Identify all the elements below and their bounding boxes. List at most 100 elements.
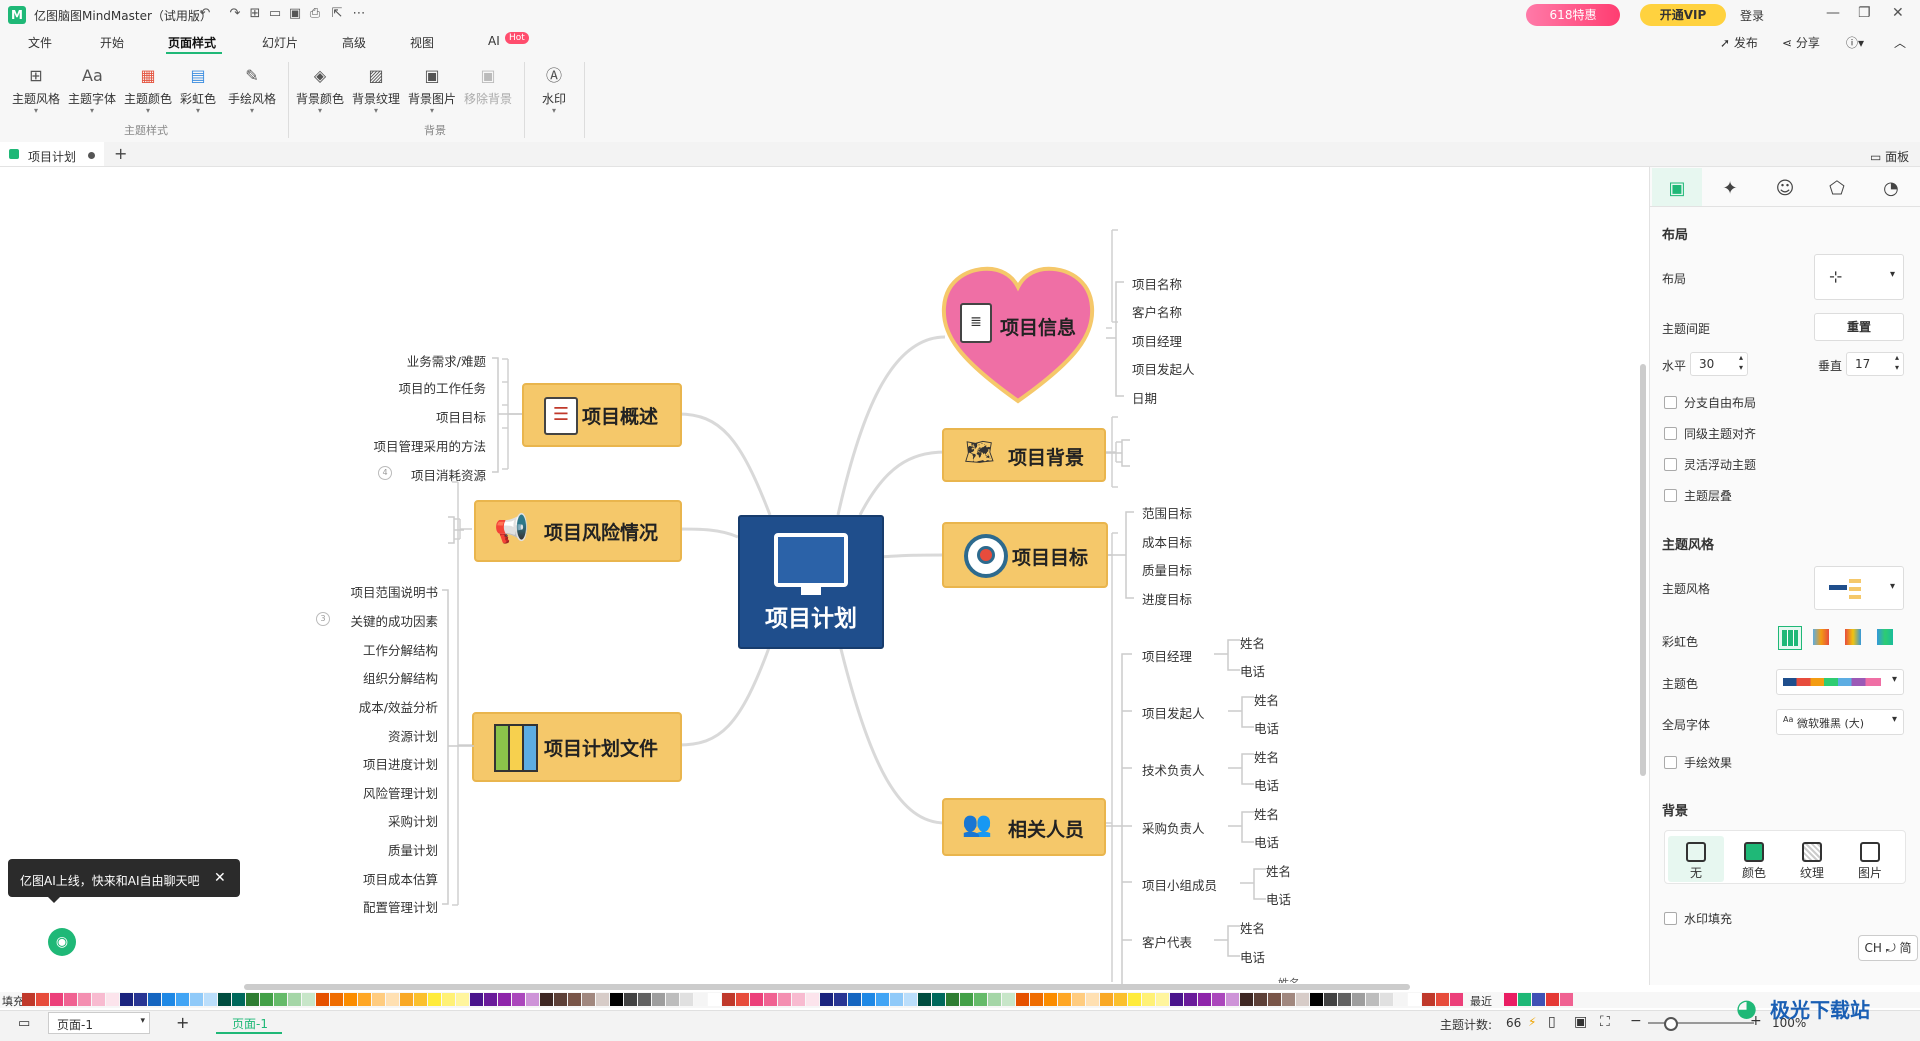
menu-advanced[interactable]: 高级 — [342, 34, 366, 51]
leaf[interactable]: 姓名 — [1240, 633, 1265, 652]
stepper-icon[interactable]: ▴ ▾ — [1895, 353, 1899, 373]
color-swatch[interactable] — [722, 993, 735, 1006]
recent-color-swatch[interactable] — [1532, 993, 1545, 1006]
color-swatch[interactable] — [526, 993, 539, 1006]
sidebar-toggle-icon[interactable]: ▭ — [18, 1016, 30, 1031]
watermark-button[interactable]: Ⓐ 水印 ▾ — [526, 66, 582, 115]
role[interactable]: 技术负责人 — [1142, 760, 1205, 779]
new-file-icon[interactable]: ⊞ — [246, 6, 264, 21]
color-swatch[interactable] — [344, 993, 357, 1006]
publish-button[interactable]: ➚ 发布 — [1720, 34, 1758, 51]
menu-start[interactable]: 开始 — [100, 34, 124, 51]
color-swatch[interactable] — [1114, 993, 1127, 1006]
vip-button[interactable]: 开通VIP — [1640, 4, 1726, 26]
color-swatch[interactable] — [1380, 993, 1393, 1006]
color-swatch[interactable] — [204, 993, 217, 1006]
leaf[interactable]: 风险管理计划 — [300, 783, 438, 802]
color-swatch[interactable] — [610, 993, 623, 1006]
color-swatch[interactable] — [498, 993, 511, 1006]
leaf[interactable]: 项目进度计划 — [300, 754, 438, 773]
color-swatch[interactable] — [288, 993, 301, 1006]
checkbox-handdrawn[interactable] — [1664, 756, 1677, 769]
color-swatch[interactable] — [190, 993, 203, 1006]
color-swatch[interactable] — [1128, 993, 1141, 1006]
color-swatch[interactable] — [64, 993, 77, 1006]
color-swatch[interactable] — [778, 993, 791, 1006]
color-swatch[interactable] — [36, 993, 49, 1006]
color-swatch[interactable] — [176, 993, 189, 1006]
color-swatch[interactable] — [806, 993, 819, 1006]
color-swatch[interactable] — [148, 993, 161, 1006]
promo-badge[interactable]: 618特惠 — [1526, 4, 1620, 26]
leaf[interactable]: 进度目标 — [1142, 589, 1192, 608]
topic-background[interactable]: 🗺 项目背景 — [942, 428, 1106, 482]
more-icon[interactable]: ⋯ — [350, 6, 368, 21]
color-swatch[interactable] — [512, 993, 525, 1006]
open-folder-icon[interactable]: ▭ — [266, 6, 284, 21]
central-topic[interactable]: 项目计划 — [738, 515, 884, 649]
ime-indicator[interactable]: CH ⤾ 简 — [1858, 935, 1918, 961]
color-swatch[interactable] — [484, 993, 497, 1006]
color-swatch[interactable] — [1212, 993, 1225, 1006]
leaf[interactable]: 项目发起人 — [1132, 359, 1195, 378]
leaf[interactable]: 姓名 — [1278, 975, 1300, 983]
leaf[interactable]: 成本目标 — [1142, 532, 1192, 551]
color-swatch[interactable] — [1002, 993, 1015, 1006]
color-swatch[interactable] — [1352, 993, 1365, 1006]
leaf[interactable]: 电话 — [1266, 889, 1291, 908]
color-swatch[interactable] — [1072, 993, 1085, 1006]
color-swatch[interactable] — [358, 993, 371, 1006]
color-swatch[interactable] — [764, 993, 777, 1006]
checkbox-align[interactable] — [1664, 427, 1677, 440]
color-swatch[interactable] — [428, 993, 441, 1006]
color-swatch[interactable] — [274, 993, 287, 1006]
leaf[interactable]: 质量计划 — [300, 840, 438, 859]
layout-tab-icon[interactable]: ▣ — [1662, 178, 1692, 202]
bg-texture-button[interactable]: ▨ 背景纹理 ▾ — [348, 66, 404, 115]
color-swatch[interactable] — [834, 993, 847, 1006]
color-swatch[interactable] — [1044, 993, 1057, 1006]
color-swatch[interactable] — [414, 993, 427, 1006]
remove-bg-button[interactable]: ▣ 移除背景 — [460, 66, 516, 107]
color-swatch[interactable] — [92, 993, 105, 1006]
color-swatch[interactable] — [232, 993, 245, 1006]
color-swatch[interactable] — [638, 993, 651, 1006]
leaf[interactable]: 项目经理 — [1132, 331, 1182, 350]
checkbox-free-layout[interactable] — [1664, 396, 1677, 409]
login-button[interactable]: 登录 — [1740, 7, 1764, 24]
color-swatch[interactable] — [904, 993, 917, 1006]
share-button[interactable]: ⋖ 分享 — [1782, 34, 1820, 51]
color-swatch[interactable] — [708, 993, 721, 1006]
color-swatch[interactable] — [1100, 993, 1113, 1006]
color-swatch[interactable] — [162, 993, 175, 1006]
leaf[interactable]: 电话 — [1254, 832, 1279, 851]
leaf[interactable]: 电话 — [1254, 718, 1279, 737]
color-swatch[interactable] — [1142, 993, 1155, 1006]
zoom-slider-thumb[interactable] — [1664, 1017, 1678, 1031]
layout-select[interactable]: ⊹ ▾ — [1814, 254, 1904, 300]
color-swatch[interactable] — [1184, 993, 1197, 1006]
rainbow-option-4[interactable] — [1874, 626, 1896, 648]
leaf[interactable]: 项目名称 — [1132, 274, 1182, 293]
color-swatch[interactable] — [932, 993, 945, 1006]
color-swatch[interactable] — [1436, 993, 1449, 1006]
menu-file[interactable]: 文件 — [28, 34, 52, 51]
color-swatch[interactable] — [652, 993, 665, 1006]
color-swatch[interactable] — [1366, 993, 1379, 1006]
rainbow-option-2[interactable] — [1810, 626, 1832, 648]
horizontal-scrollbar[interactable] — [244, 984, 1410, 990]
color-swatch[interactable] — [876, 993, 889, 1006]
redo-icon[interactable]: ↷ — [226, 6, 244, 21]
reset-button[interactable]: 重置 — [1814, 313, 1904, 341]
color-swatch[interactable] — [890, 993, 903, 1006]
role[interactable]: 采购负责人 — [1142, 818, 1205, 837]
vertical-spacing-input[interactable]: 17 ▴ ▾ — [1846, 352, 1904, 376]
leaf[interactable]: 姓名 — [1254, 747, 1279, 766]
vertical-scrollbar[interactable] — [1640, 364, 1646, 776]
role[interactable]: 项目小组成员 — [1142, 875, 1217, 894]
handdrawn-style-button[interactable]: ✎ 手绘风格 ▾ — [224, 66, 280, 115]
color-swatch[interactable] — [1450, 993, 1463, 1006]
color-swatch[interactable] — [1394, 993, 1407, 1006]
color-swatch[interactable] — [106, 993, 119, 1006]
recent-color-swatch[interactable] — [1504, 993, 1517, 1006]
